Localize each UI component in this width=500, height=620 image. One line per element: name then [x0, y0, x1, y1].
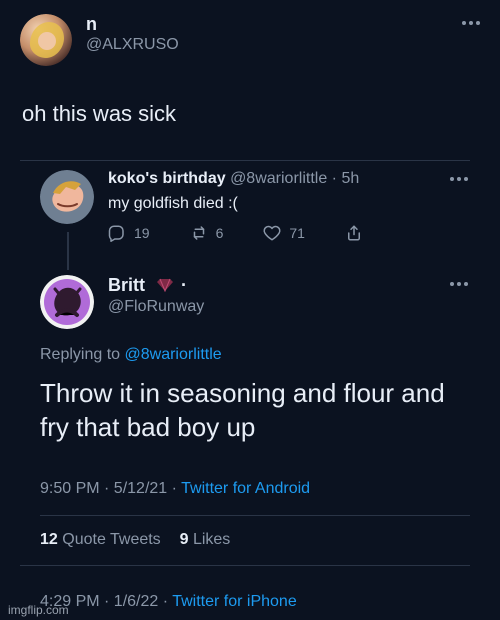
more-icon[interactable] [448, 170, 470, 191]
likes[interactable]: 9 Likes [180, 531, 231, 548]
reply-icon [108, 224, 126, 242]
quoted-separator: · [331, 170, 342, 187]
reply-time[interactable]: 9:50 PM · 5/12/21 · [40, 480, 177, 497]
watermark: imgflip.com [8, 603, 69, 617]
likes-count: 9 [179, 531, 189, 548]
quoted-tweet[interactable]: koko's birthday @8wariorlittle · 5h my g… [40, 170, 470, 242]
reply-name-line: Britt · [108, 275, 204, 296]
quote-tweets[interactable]: 12 Quote Tweets [40, 531, 165, 548]
retweet-icon [190, 224, 208, 242]
reply-tweet[interactable]: Britt · @FloRunway [40, 275, 470, 329]
quoted-text: my goldfish died :( [108, 195, 238, 212]
like-count: 71 [289, 225, 305, 241]
reply-handle[interactable]: @FloRunway [108, 298, 204, 316]
reply-name-suffix: · [181, 275, 188, 295]
quote-count: 12 [40, 531, 58, 548]
thread-line [67, 232, 69, 270]
share-action[interactable] [345, 224, 363, 242]
likes-label: Likes [192, 531, 231, 548]
share-icon [345, 224, 363, 242]
reply-avatar[interactable] [40, 275, 94, 329]
footer-client-link[interactable]: Twitter for iPhone [172, 593, 297, 610]
heart-icon [263, 224, 281, 242]
replying-prefix: Replying to [40, 346, 121, 363]
reply-badge [156, 276, 174, 296]
quoted-time[interactable]: 5h [341, 170, 359, 187]
footer-timestamp: 4:29 PM · 1/6/22 · Twitter for iPhone [40, 593, 297, 611]
quoted-avatar[interactable] [40, 170, 94, 224]
replying-to: Replying to @8wariorlittle [40, 346, 222, 364]
reply-stats: 12 Quote Tweets 9 Likes [40, 531, 230, 549]
divider [20, 565, 470, 566]
reply-client-link[interactable]: Twitter for Android [181, 480, 310, 497]
quote-divider [20, 160, 470, 161]
reply-action[interactable]: 19 [108, 224, 150, 242]
more-icon[interactable] [448, 275, 470, 296]
quoted-handle[interactable]: @8wariorlittle [230, 170, 327, 187]
like-action[interactable]: 71 [263, 224, 305, 242]
top-tweet-header: n @ALXRUSO [20, 14, 482, 76]
top-handle[interactable]: @ALXRUSO [86, 36, 446, 54]
retweet-action[interactable]: 6 [190, 224, 224, 242]
divider [40, 515, 470, 516]
top-name[interactable]: n [86, 14, 446, 34]
reply-text: Throw it in seasoning and flour and fry … [40, 378, 445, 442]
reply-name[interactable]: Britt [108, 275, 145, 295]
replying-handle-link[interactable]: @8wariorlittle [125, 346, 222, 363]
quoted-actions: 19 6 71 [108, 224, 470, 242]
reply-count: 19 [134, 225, 150, 241]
quote-label: Quote Tweets [62, 531, 161, 548]
quoted-header: koko's birthday @8wariorlittle · 5h [108, 170, 359, 188]
quoted-name[interactable]: koko's birthday [108, 170, 226, 187]
retweet-count: 6 [215, 225, 224, 241]
reply-timestamp: 9:50 PM · 5/12/21 · Twitter for Android [40, 480, 310, 498]
top-avatar[interactable] [20, 14, 72, 66]
top-tweet-text: oh this was sick [22, 101, 177, 126]
more-icon[interactable] [460, 14, 482, 35]
